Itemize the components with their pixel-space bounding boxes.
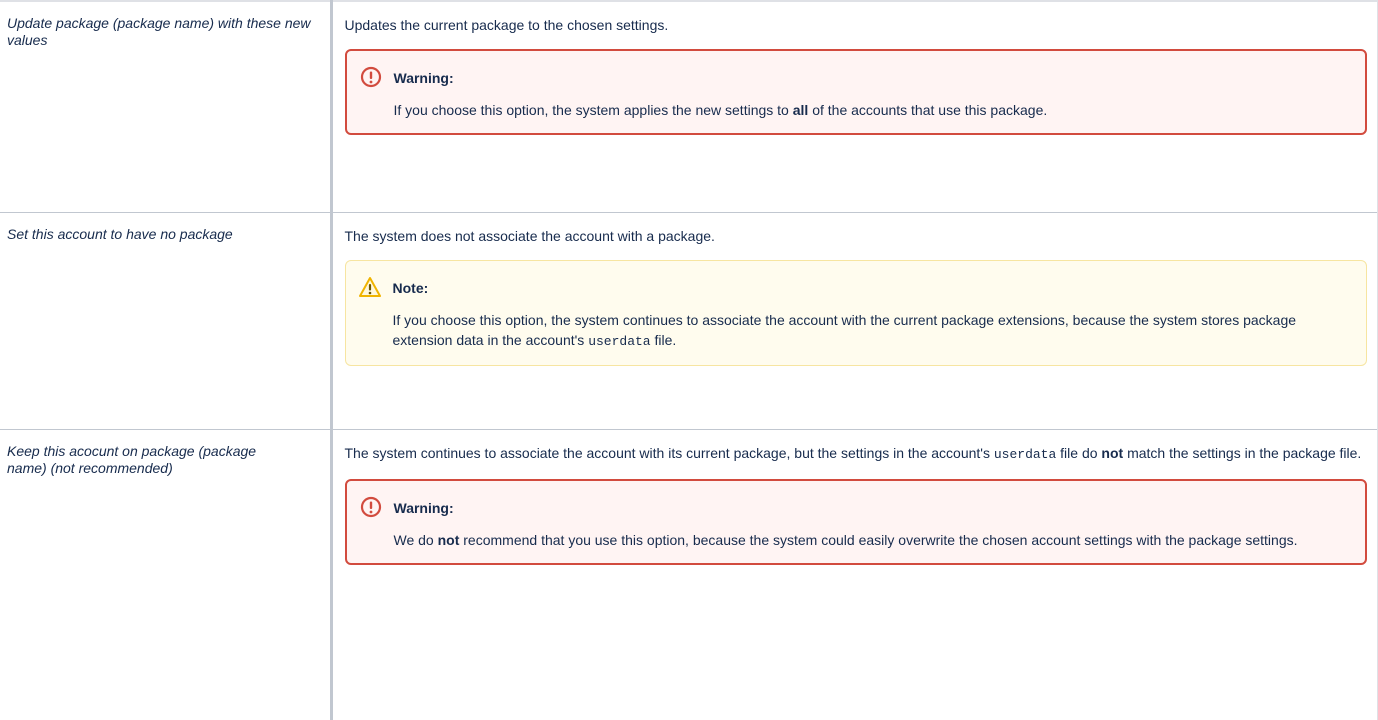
option-label: Update package (package name) with these… [7, 15, 312, 49]
warning-circle-icon [360, 66, 382, 88]
description-segment: The system continues to associate the ac… [345, 445, 994, 461]
emphasis-text: all [793, 102, 809, 118]
panel-title: Note: [393, 278, 1347, 298]
description-segment: file do [1056, 445, 1101, 461]
warning-panel: Warning: We do not recommend that you us… [345, 479, 1368, 565]
option-cell: Keep this acocunt on package (package na… [0, 430, 331, 720]
emphasis-text: not [438, 532, 460, 548]
panel-body: If you choose this option, the system ap… [394, 100, 1346, 120]
emphasis-text: not [1101, 445, 1123, 461]
panel-text: file. [651, 332, 677, 348]
code-text: userdata [588, 334, 650, 349]
panel-text: of the accounts that use this package. [808, 102, 1047, 118]
table-row: Keep this acocunt on package (package na… [0, 430, 1378, 720]
option-cell: Update package (package name) with these… [0, 1, 331, 213]
panel-body: We do not recommend that you use this op… [394, 530, 1346, 550]
panel-text: If you choose this option, the system ap… [394, 102, 793, 118]
description-cell: The system does not associate the accoun… [331, 213, 1378, 430]
description-segment: match the settings in the package file. [1123, 445, 1361, 461]
description-text: The system continues to associate the ac… [345, 443, 1368, 465]
options-table: Update package (package name) with these… [0, 0, 1378, 720]
panel-body: If you choose this option, the system co… [393, 310, 1347, 352]
panel-title: Warning: [394, 68, 1346, 88]
description-cell: Updates the current package to the chose… [331, 1, 1378, 213]
option-label: Keep this acocunt on package (package na… [7, 443, 272, 477]
table-row: Set this account to have no package The … [0, 213, 1378, 430]
note-panel: Note: If you choose this option, the sys… [345, 260, 1368, 366]
panel-text: If you choose this option, the system co… [393, 312, 1297, 348]
description-text: Updates the current package to the chose… [345, 15, 1368, 35]
panel-text: recommend that you use this option, beca… [459, 532, 1297, 548]
code-text: userdata [994, 447, 1056, 462]
option-label: Set this account to have no package [7, 226, 262, 243]
option-cell: Set this account to have no package [0, 213, 331, 430]
warning-triangle-icon [359, 276, 381, 298]
warning-panel: Warning: If you choose this option, the … [345, 49, 1368, 135]
table-row: Update package (package name) with these… [0, 1, 1378, 213]
panel-title: Warning: [394, 498, 1346, 518]
panel-text: We do [394, 532, 438, 548]
description-cell: The system continues to associate the ac… [331, 430, 1378, 720]
warning-circle-icon [360, 496, 382, 518]
description-text: The system does not associate the accoun… [345, 226, 1368, 246]
